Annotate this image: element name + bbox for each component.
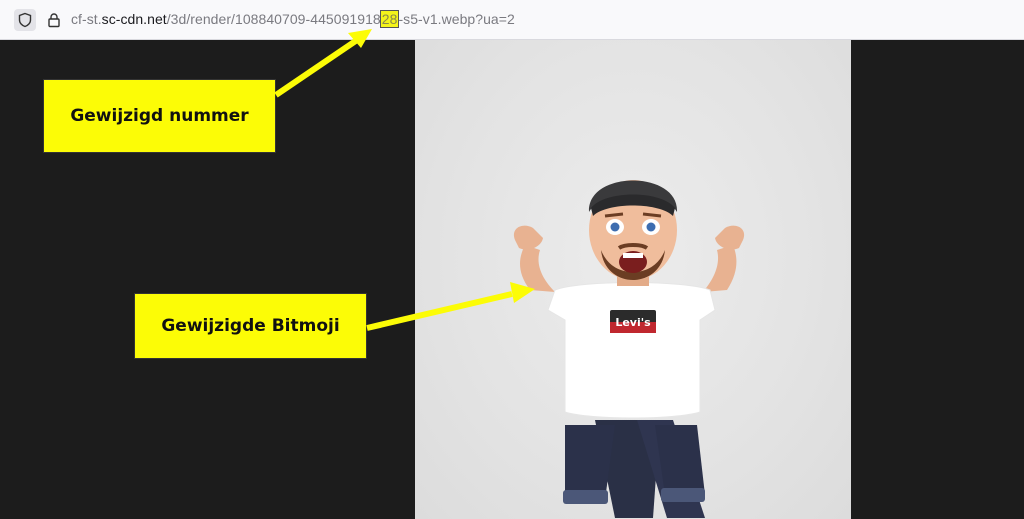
url-highlight: 28: [379, 10, 400, 28]
url-host: sc-cdn.net: [101, 11, 167, 27]
shield-icon[interactable]: [14, 9, 36, 31]
bitmoji-image: Levi's: [415, 40, 851, 519]
url-text[interactable]: cf-st.sc-cdn.net/3d/render/108840709-445…: [71, 10, 515, 28]
shirt-logo-text: Levi's: [615, 316, 651, 329]
url-prefix: cf-st.: [71, 11, 102, 27]
lock-icon[interactable]: [43, 9, 65, 31]
url-bar[interactable]: cf-st.sc-cdn.net/3d/render/108840709-445…: [0, 0, 1024, 40]
url-path-start: /3d/render/108840709-445091918: [166, 11, 381, 27]
url-path-end: -s5-v1.webp?ua=2: [398, 11, 515, 27]
bitmoji-illustration: Levi's: [513, 180, 745, 518]
callout-changed-bitmoji: Gewijzigde Bitmoji: [134, 293, 367, 359]
callout-changed-number: Gewijzigd nummer: [43, 79, 276, 153]
